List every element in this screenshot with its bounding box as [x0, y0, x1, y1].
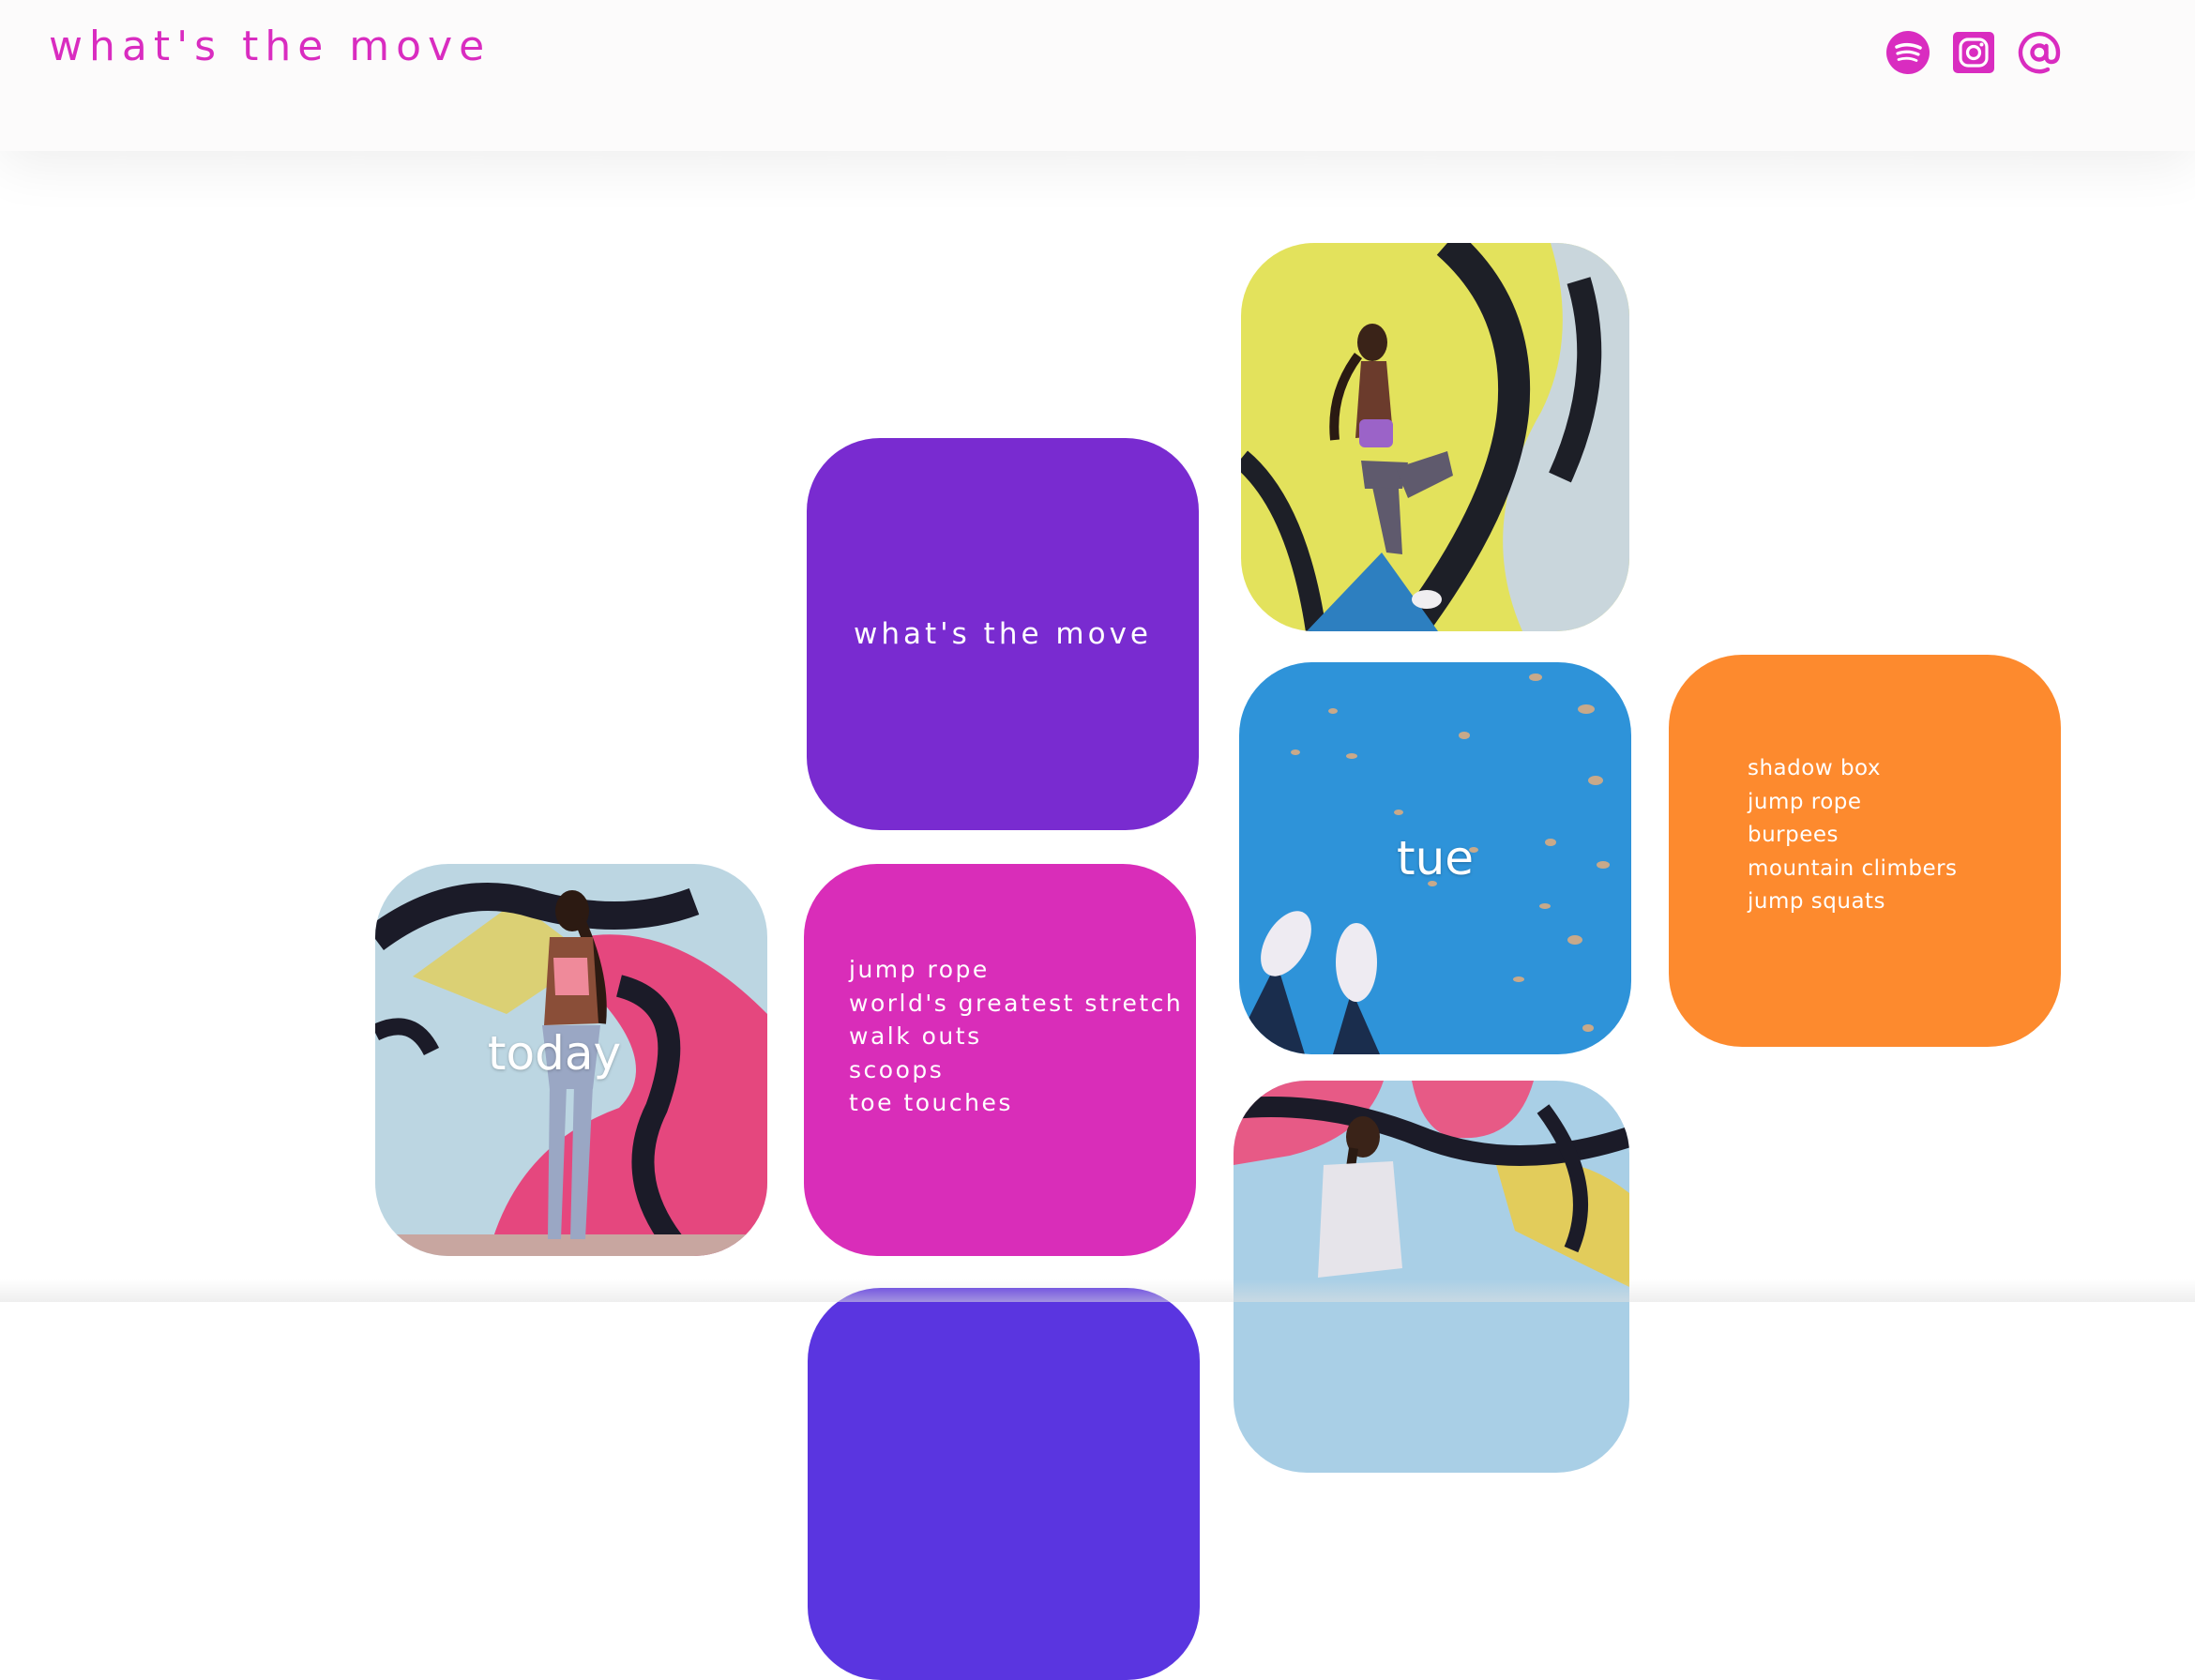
list-item: toe touches — [849, 1089, 1013, 1116]
tue-workout-tile[interactable]: shadow box jump rope burpees mountain cl… — [1669, 655, 2061, 1047]
site-title[interactable]: what's the move — [49, 23, 491, 70]
list-item: burpees — [1748, 823, 1839, 847]
today-workout-tile[interactable]: jump rope world's greatest stretch walk … — [804, 864, 1196, 1256]
site-header: what's the move — [0, 0, 2195, 151]
title-tile[interactable]: what's the move — [807, 438, 1199, 830]
tile-grid: what's the move tue shadow box jump rope… — [0, 0, 2195, 1680]
list-item: jump squats — [1748, 889, 1886, 914]
list-item: scoops — [849, 1055, 945, 1083]
list-item: world's greatest stretch — [849, 989, 1184, 1017]
title-tile-label: what's the move — [854, 617, 1152, 651]
list-item: jump rope — [1748, 789, 1862, 814]
today-workout-list: jump rope world's greatest stretch walk … — [849, 953, 1183, 1120]
jump-photo — [1241, 243, 1629, 631]
social-links — [1885, 30, 2062, 75]
photo-tile-wall[interactable] — [1234, 1081, 1629, 1473]
list-item: walk outs — [849, 1022, 982, 1050]
list-item: shadow box — [1748, 756, 1882, 780]
at-sign-icon[interactable] — [2017, 30, 2062, 75]
spotify-icon[interactable] — [1885, 30, 1930, 75]
list-item: jump rope — [849, 956, 990, 983]
photo-tile-jump[interactable] — [1241, 243, 1629, 631]
list-item: mountain climbers — [1748, 855, 1958, 881]
instagram-icon[interactable] — [1951, 30, 1996, 75]
today-tile[interactable]: today — [375, 864, 767, 1256]
tue-workout-list: shadow box jump rope burpees mountain cl… — [1748, 752, 1958, 919]
wall-photo — [1234, 1081, 1629, 1473]
tue-tile[interactable]: tue — [1239, 662, 1631, 1054]
tue-label: tue — [1396, 831, 1475, 885]
next-tile[interactable] — [808, 1288, 1200, 1680]
bottom-shadow — [0, 1279, 2195, 1302]
today-label: today — [487, 1026, 622, 1081]
